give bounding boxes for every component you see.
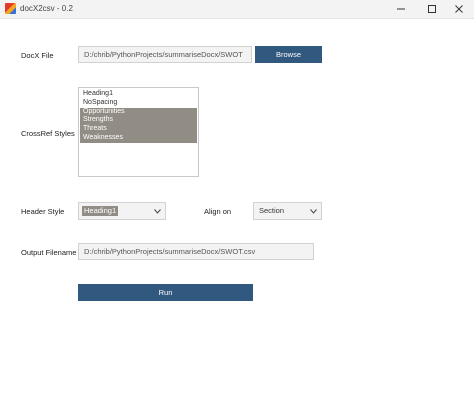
window-title: docX2csv - 0.2 [20, 4, 73, 13]
maximize-button[interactable] [417, 0, 447, 18]
crossref-styles-list[interactable]: Heading1 NoSpacing Opportunities Strengt… [78, 87, 199, 177]
align-on-select[interactable]: Section [253, 202, 322, 220]
align-on-label: Align on [204, 207, 232, 216]
header-style-value: Heading1 [82, 206, 119, 216]
output-filename-label: Output Filename [21, 248, 77, 257]
output-filename-input[interactable]: D:/chrib/PythonProjects/summariseDocx/SW… [78, 243, 314, 260]
align-on-value: Section [259, 206, 285, 215]
list-item-nospacing[interactable]: NoSpacing [79, 99, 198, 108]
minimize-icon [397, 8, 405, 10]
list-item-heading1[interactable]: Heading1 [79, 90, 198, 99]
title-bar: docX2csv - 0.2 [0, 0, 474, 19]
maximize-icon [428, 5, 436, 13]
chevron-down-icon [310, 209, 317, 214]
list-item-strengths[interactable]: Strengths [80, 116, 197, 126]
browse-button[interactable]: Browse [255, 46, 322, 63]
header-style-select[interactable]: Heading1 [78, 202, 166, 220]
minimize-button[interactable] [386, 0, 416, 18]
list-item-weaknesses[interactable]: Weaknesses [80, 133, 197, 143]
list-item-opportunities[interactable]: Opportunities [80, 107, 197, 117]
crossref-styles-label: CrossRef Styles [21, 129, 75, 138]
list-item-threats[interactable]: Threats [80, 125, 197, 134]
docx-file-label: DocX File [21, 51, 54, 60]
chevron-down-icon [154, 209, 161, 214]
close-icon [455, 5, 463, 13]
header-style-label: Header Style [21, 207, 65, 216]
run-button[interactable]: Run [78, 284, 253, 301]
app-icon [5, 3, 16, 14]
close-button[interactable] [444, 0, 474, 18]
docx-file-input[interactable]: D:/chrib/PythonProjects/summariseDocx/SW… [78, 46, 252, 63]
